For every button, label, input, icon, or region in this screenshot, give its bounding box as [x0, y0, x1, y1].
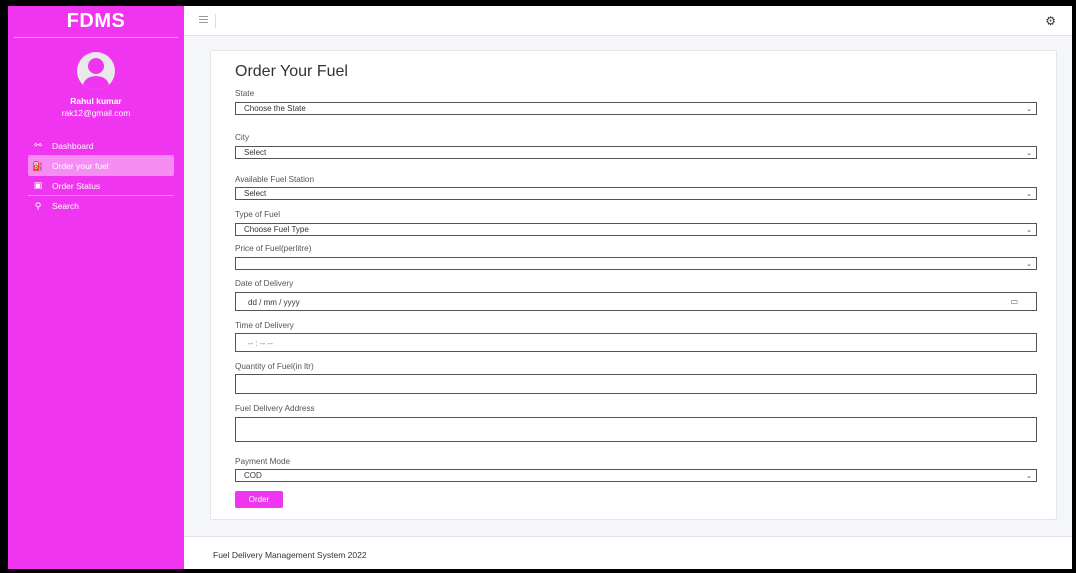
fuel-type-label: Type of Fuel: [235, 210, 281, 219]
address-textarea[interactable]: [235, 417, 1037, 442]
time-field[interactable]: -- : -- --: [235, 333, 1037, 352]
sidebar-nav: ⚯ Dashboard ⛽ Order your fuel ▣ Order St…: [8, 136, 184, 216]
top-bar: ⚙: [184, 6, 1072, 36]
price-label: Price of Fuel(perlitre): [235, 244, 312, 253]
calendar-icon[interactable]: ▭: [1010, 297, 1018, 306]
sidebar-item-label: Order Status: [52, 180, 101, 191]
search-icon: ⚲: [34, 200, 42, 211]
brand-logo[interactable]: FDMS: [14, 6, 178, 38]
fuel-type-select-value: Choose Fuel Type: [244, 225, 309, 234]
state-label: State: [235, 89, 255, 98]
date-field[interactable]: dd / mm / yyyy ▭: [235, 292, 1037, 311]
gear-icon[interactable]: ⚙: [1045, 14, 1056, 28]
footer-text: Fuel Delivery Management System 2022: [213, 550, 367, 560]
city-select[interactable]: Select ⌄: [235, 146, 1037, 159]
chevron-down-icon: ⌄: [1026, 473, 1032, 480]
sidebar-item-order-status[interactable]: ▣ Order Status: [28, 176, 174, 196]
page-title: Order Your Fuel: [235, 63, 348, 80]
time-label: Time of Delivery: [235, 321, 294, 330]
sidebar-item-search[interactable]: ⚲ Search: [28, 196, 174, 216]
payment-select-value: COD: [244, 471, 262, 480]
sidebar-item-order-your-fuel[interactable]: ⛽ Order your fuel: [28, 156, 174, 176]
city-select-value: Select: [244, 148, 267, 157]
avatar: [77, 52, 115, 90]
station-select[interactable]: Select ⌄: [235, 187, 1037, 200]
station-select-value: Select: [244, 189, 267, 198]
price-select[interactable]: ⌄: [235, 257, 1037, 270]
state-select-value: Choose the State: [244, 104, 306, 113]
payment-select[interactable]: COD ⌄: [235, 469, 1037, 482]
fuel-pump-icon: ⛽: [32, 160, 44, 171]
time-placeholder: -- : -- --: [248, 339, 273, 348]
state-select[interactable]: Choose the State ⌄: [235, 102, 1037, 115]
quantity-field[interactable]: [235, 374, 1037, 394]
sidebar: FDMS Rahul kumar rak12@gmail.com ⚯ Dashb…: [8, 6, 184, 569]
sidebar-item-label: Order your fuel: [52, 161, 109, 171]
chevron-down-icon: ⌄: [1026, 106, 1032, 113]
hamburger-icon[interactable]: [199, 16, 208, 25]
app-frame: FDMS Rahul kumar rak12@gmail.com ⚯ Dashb…: [8, 6, 1072, 569]
sidebar-item-label: Search: [52, 201, 79, 211]
palette-icon: ⚯: [34, 140, 42, 150]
order-form-card: Order Your Fuel State Choose the State ⌄…: [210, 50, 1057, 520]
city-label: City: [235, 133, 250, 142]
station-label: Available Fuel Station: [235, 175, 315, 184]
chevron-down-icon: ⌄: [1026, 150, 1032, 157]
payment-label: Payment Mode: [235, 457, 291, 466]
quantity-label: Quantity of Fuel(in ltr): [235, 362, 314, 371]
sidebar-item-label: Dashboard: [52, 140, 94, 151]
chevron-down-icon: ⌄: [1026, 227, 1032, 234]
address-label: Fuel Delivery Address: [235, 404, 315, 413]
fuel-type-select[interactable]: Choose Fuel Type ⌄: [235, 223, 1037, 236]
chevron-down-icon: ⌄: [1026, 191, 1032, 198]
date-placeholder: dd / mm / yyyy: [248, 298, 300, 307]
date-label: Date of Delivery: [235, 279, 294, 288]
sidebar-item-dashboard[interactable]: ⚯ Dashboard: [28, 136, 174, 156]
chevron-down-icon: ⌄: [1026, 261, 1032, 268]
user-name: Rahul kumar: [70, 96, 122, 106]
order-button[interactable]: Order: [235, 491, 283, 508]
user-email: rak12@gmail.com: [61, 108, 131, 118]
footer: Fuel Delivery Management System 2022: [184, 536, 1072, 569]
file-icon: ▣: [33, 180, 43, 190]
divider: [215, 14, 216, 28]
